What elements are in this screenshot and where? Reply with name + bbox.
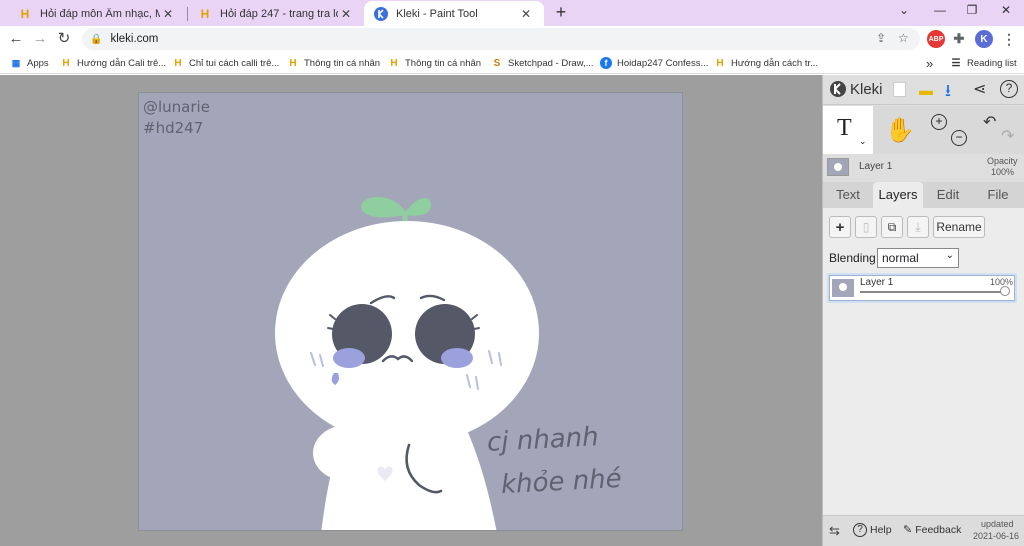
text-tool-icon: T	[837, 115, 852, 141]
delete-layer-button[interactable]: ▯	[855, 216, 877, 238]
star-icon[interactable]: ☆	[898, 31, 909, 45]
zoom-out-icon[interactable]: −	[951, 130, 967, 146]
more-bookmarks-button[interactable]: »	[926, 55, 933, 71]
bookmarks-bar: ▦ Apps H Hướng dẫn Cali trê... H Chỉ tui…	[0, 52, 1024, 74]
hoidap247-favicon: H	[20, 6, 30, 21]
download-icon[interactable]: ⭳	[945, 78, 951, 107]
kleki-logo-icon	[830, 81, 846, 97]
forward-arrow-icon[interactable]: →	[30, 29, 50, 49]
hoidap247-favicon: H	[62, 57, 70, 69]
adblock-icon[interactable]: ABP	[927, 30, 945, 48]
undo-icon[interactable]: ↶	[983, 112, 996, 132]
caption-line-1: cj nhanh	[486, 422, 600, 458]
drawing-canvas[interactable]: @lunarie #hd247 cj nhanh khỏe nhé	[138, 92, 683, 531]
bookmark-thong-tin-1[interactable]: H Thông tin cá nhân	[287, 55, 380, 71]
hoidap247-favicon: H	[174, 57, 182, 69]
merge-layer-button[interactable]: ⤓	[907, 216, 929, 238]
rename-layer-button[interactable]: Rename	[933, 216, 985, 238]
tab-hoidap-247[interactable]: H Hỏi đáp 247 - trang tra loi ✕	[188, 1, 364, 26]
help-question-icon[interactable]: ?	[1000, 80, 1018, 98]
help-question-icon: ?	[853, 523, 867, 537]
bookmark-sketchpad[interactable]: S Sketchpad - Draw,...	[491, 55, 594, 71]
restore-icon[interactable]: ❐	[960, 3, 984, 21]
hoidap247-favicon: H	[289, 57, 297, 69]
duplicate-layer-button[interactable]: ⧉	[881, 216, 903, 238]
layer-opacity-slider[interactable]	[860, 291, 1006, 293]
close-icon[interactable]: ✕	[160, 7, 176, 21]
browser-menu-icon[interactable]: ⋮	[1000, 30, 1018, 48]
tool-row: T ⌄ ✋ + − ↶ ↷	[823, 106, 1024, 154]
facebook-icon: f	[600, 57, 612, 69]
panel-header: Kleki ▬ ⭳ ⋖ ?	[823, 75, 1024, 105]
tab-kleki[interactable]: Kleki - Paint Tool ✕	[364, 1, 544, 26]
bookmark-apps[interactable]: ▦ Apps	[10, 55, 49, 71]
swap-sides-icon[interactable]: ⇆	[829, 523, 840, 539]
layer-opacity-fill	[860, 291, 1006, 293]
bookmark-chi-tui-cach[interactable]: H Chỉ tui cách calli trê...	[172, 55, 279, 71]
new-tab-button[interactable]: +	[552, 3, 570, 21]
lock-icon: 🔒	[90, 33, 103, 45]
address-bar[interactable]: 🔒 kleki.com ⇪ ☆	[82, 28, 920, 50]
reload-icon[interactable]: ↻	[54, 29, 74, 49]
caption-line-2: khỏe nhé	[500, 463, 623, 501]
add-layer-button[interactable]: +	[829, 216, 851, 238]
panel-footer: ⇆ ? Help ✎ Feedback updated 2021-06-16	[823, 515, 1024, 546]
apps-grid-icon: ▦	[11, 57, 21, 68]
extensions-puzzle-icon[interactable]: ✚	[950, 30, 968, 48]
redo-icon[interactable]: ↷	[1001, 126, 1014, 146]
browser-toolbar: ← → ↻ 🔒 kleki.com ⇪ ☆ ABP ✚ K ⋮	[0, 26, 1024, 52]
bookmark-huong-dan-cach-tr[interactable]: H Hướng dẫn cách tr...	[714, 55, 818, 71]
tab-search-icon[interactable]: ⌄	[892, 3, 916, 21]
kleki-favicon	[374, 6, 388, 21]
sketchpad-favicon: S	[493, 57, 501, 69]
hoidap247-favicon: H	[200, 6, 210, 21]
tab-text[interactable]: Text	[827, 182, 869, 208]
bookmark-thong-tin-2[interactable]: H Thông tin cá nhân	[388, 55, 481, 71]
tab-file[interactable]: File	[975, 182, 1021, 208]
profile-avatar[interactable]: K	[975, 30, 993, 48]
reading-list-icon: ☰	[951, 57, 961, 69]
blending-select[interactable]: normal ⌄	[877, 248, 959, 268]
feedback-pen-icon: ✎	[903, 524, 913, 536]
canvas-workspace[interactable]: @lunarie #hd247 cj nhanh khỏe nhé	[0, 75, 822, 546]
hoidap247-favicon: H	[390, 57, 398, 69]
minimize-icon[interactable]: —	[928, 3, 952, 21]
bookmark-huong-dan-cali[interactable]: H Hướng dẫn Cali trê...	[60, 55, 166, 71]
window-close-icon[interactable]: ✕	[994, 3, 1018, 21]
current-layer-bar: Layer 1 Opacity 100%	[823, 154, 1024, 182]
tab-hoidap-am-nhac[interactable]: H Hỏi đáp môn Âm nhạc, Mỹ thuật ✕	[8, 1, 186, 26]
open-folder-icon[interactable]: ▬	[919, 82, 933, 98]
tab-layers[interactable]: Layers	[873, 182, 923, 208]
layers-panel: + ▯ ⧉ ⤓ Rename Blending normal ⌄ Layer 1…	[823, 208, 1024, 515]
back-arrow-icon[interactable]: ←	[6, 29, 26, 49]
chevron-down-icon: ⌄	[945, 250, 954, 261]
kleki-logo: Kleki	[829, 80, 883, 98]
close-icon[interactable]: ✕	[338, 7, 354, 21]
hand-tool-icon[interactable]: ✋	[885, 116, 915, 145]
bookmark-hoidap-confess[interactable]: f Hoidap247 Confess...	[600, 55, 708, 71]
tab-edit[interactable]: Edit	[927, 182, 969, 208]
hoidap247-favicon: H	[716, 57, 724, 69]
layer-opacity-handle[interactable]	[1000, 286, 1010, 296]
zoom-in-icon[interactable]: +	[931, 114, 947, 130]
help-button[interactable]: ? Help	[853, 523, 892, 537]
panel-tabs: Text Layers Edit File	[823, 182, 1024, 208]
reading-list-button[interactable]: ☰ Reading list	[950, 55, 1017, 71]
share-icon[interactable]: ⋖	[973, 79, 986, 99]
new-image-icon[interactable]	[893, 82, 906, 97]
feedback-button[interactable]: ✎ Feedback	[903, 523, 961, 537]
text-tool-button[interactable]: T ⌄	[823, 106, 873, 154]
layer-list-item[interactable]: Layer 1 100%	[829, 275, 1015, 301]
layer-thumbnail	[827, 158, 849, 176]
kleki-side-panel: Kleki ▬ ⭳ ⋖ ? T ⌄ ✋ + − ↶ ↷ Layer 1 Opac…	[822, 75, 1024, 546]
share-icon[interactable]: ⇪	[876, 31, 886, 45]
chevron-down-icon: ⌄	[859, 136, 867, 146]
tab-strip: H Hỏi đáp môn Âm nhạc, Mỹ thuật ✕ H Hỏi …	[0, 0, 1024, 26]
close-icon[interactable]: ✕	[518, 7, 534, 21]
layer-thumbnail	[832, 279, 854, 297]
